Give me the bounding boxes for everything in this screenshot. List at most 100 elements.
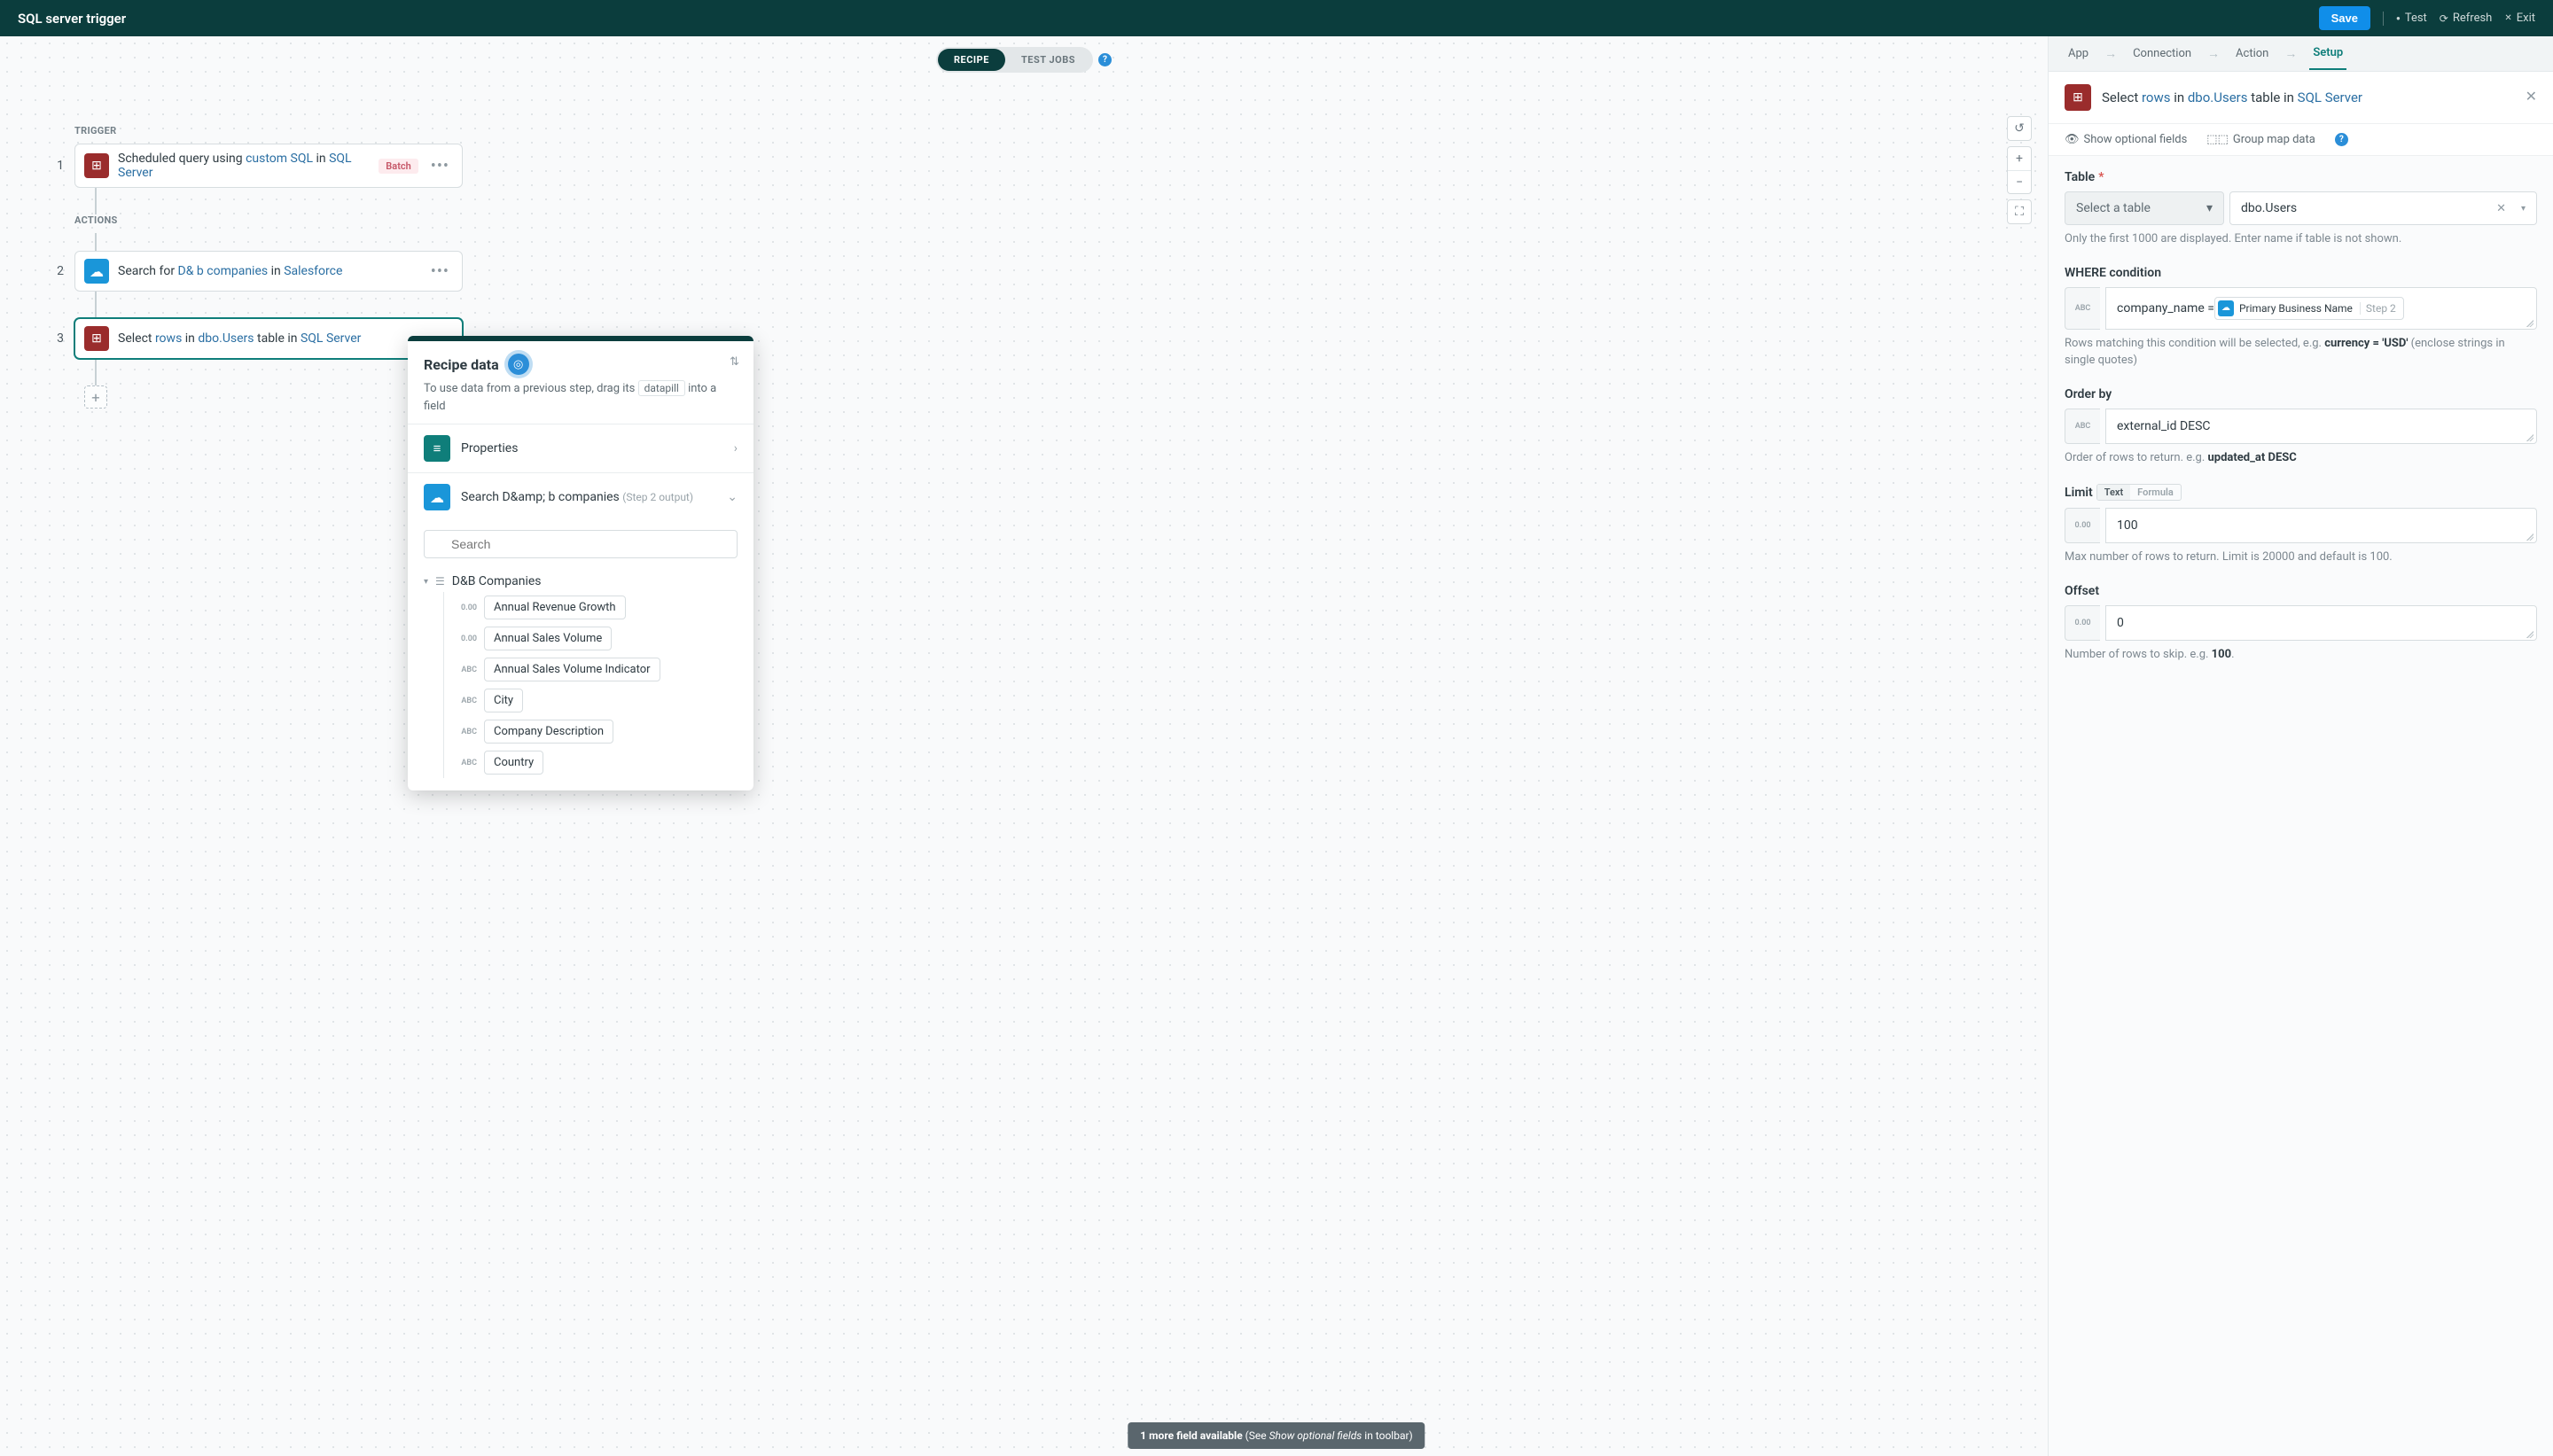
- top-header: SQL server trigger Save Test Refresh Exi…: [0, 0, 2553, 36]
- clear-icon[interactable]: ✕: [2496, 202, 2506, 215]
- arrow-icon: →: [2099, 46, 2122, 61]
- show-optional-fields[interactable]: 👁Show optional fields: [2065, 133, 2187, 146]
- refresh-button[interactable]: Refresh: [2440, 12, 2493, 25]
- table-label: Table: [2065, 170, 2095, 184]
- offset-label: Offset: [2065, 584, 2537, 598]
- datapill-item[interactable]: ABCCountry: [424, 747, 738, 778]
- tab-action[interactable]: Action: [2232, 38, 2272, 69]
- recipe-data-title: Recipe data: [424, 356, 499, 373]
- close-icon[interactable]: ✕: [2526, 88, 2537, 105]
- salesforce-icon: [424, 484, 450, 510]
- expand-collapse-icon[interactable]: ⇅: [730, 355, 739, 369]
- save-button[interactable]: Save: [2319, 6, 2370, 30]
- recipe-data-panel: Recipe data ◎ To use data from a previou…: [408, 336, 753, 790]
- chevron-down-icon: ⌄: [727, 490, 738, 504]
- table-name-input[interactable]: dbo.Users ✕ ▾: [2229, 191, 2537, 225]
- zoom-in-button[interactable]: +: [2008, 147, 2031, 170]
- canvas-tabs: RECIPE TEST JOBS: [936, 47, 1093, 73]
- step-card-3[interactable]: Select rows in dbo.Users table in SQL Se…: [74, 318, 463, 359]
- datapill-group[interactable]: ▾ ☰ D&B Companies: [424, 571, 738, 592]
- step-card-2[interactable]: Search for D& b companies in Salesforce …: [74, 251, 463, 292]
- sql-server-icon: [2065, 84, 2091, 111]
- table-help: Only the first 1000 are displayed. Enter…: [2065, 230, 2537, 248]
- datapill-item[interactable]: ABC Company Description: [424, 716, 738, 747]
- type-prefix: 0.00: [2065, 605, 2100, 641]
- datapill[interactable]: Annual Sales Volume: [484, 627, 612, 650]
- help-icon[interactable]: ?: [1098, 53, 1112, 66]
- sql-server-icon: [84, 326, 109, 351]
- canvas[interactable]: RECIPE TEST JOBS ? ↺ + − ⛶ TRIGGER 1: [0, 36, 2048, 1456]
- zoom-out-button[interactable]: −: [2008, 170, 2031, 193]
- tab-connection[interactable]: Connection: [2129, 38, 2195, 69]
- salesforce-icon: ☁: [2218, 300, 2234, 316]
- orderby-help: Order of rows to return. e.g. updated_at…: [2065, 449, 2537, 467]
- datapill-item[interactable]: 0.00Annual Sales Volume: [424, 623, 738, 654]
- datapill-search-input[interactable]: [424, 530, 738, 558]
- tab-test-jobs[interactable]: TEST JOBS: [1005, 49, 1091, 71]
- datapill-item[interactable]: ABCAnnual Sales Volume Indicator: [424, 654, 738, 685]
- mode-toggle[interactable]: TextFormula: [2096, 484, 2182, 501]
- datapill-item[interactable]: 0.00 Annual Revenue Growth: [424, 592, 738, 623]
- eye-icon: 👁: [2065, 133, 2080, 146]
- test-button[interactable]: Test: [2396, 12, 2427, 25]
- caret-down-icon: ▾: [424, 577, 428, 587]
- exit-button[interactable]: Exit: [2504, 12, 2535, 25]
- tab-recipe[interactable]: RECIPE: [938, 49, 1005, 71]
- datapill[interactable]: Company Description: [484, 720, 613, 744]
- properties-row[interactable]: ≡ Properties ›: [408, 424, 753, 472]
- step-2-text: Search for D& b companies in Salesforce: [118, 264, 418, 278]
- offset-help: Number of rows to skip. e.g. 100.: [2065, 646, 2537, 664]
- type-tag: 0.00: [456, 603, 477, 612]
- trigger-section-label: TRIGGER: [74, 125, 463, 136]
- limit-label: Limit: [2065, 486, 2093, 500]
- resize-handle[interactable]: [2526, 434, 2533, 441]
- where-condition-input[interactable]: company_name = ☁ Primary Business Name S…: [2105, 287, 2537, 330]
- table-select-dropdown[interactable]: Select a table▾: [2065, 191, 2224, 225]
- step-1-text: Scheduled query using custom SQL in SQL …: [118, 152, 370, 180]
- datapill-item[interactable]: ABC City: [424, 685, 738, 716]
- step2-output-row[interactable]: Search D&amp; b companies (Step 2 output…: [408, 472, 753, 521]
- step-number: 2: [50, 264, 64, 278]
- sql-server-icon: [84, 153, 109, 178]
- tab-setup[interactable]: Setup: [2309, 37, 2346, 70]
- chevron-down-icon[interactable]: ▾: [2521, 204, 2526, 214]
- step-3-text: Select rows in dbo.Users table in SQL Se…: [118, 331, 453, 346]
- orderby-label: Order by: [2065, 387, 2537, 401]
- datapill[interactable]: City: [484, 689, 523, 712]
- tab-app[interactable]: App: [2065, 38, 2092, 69]
- orderby-input[interactable]: external_id DESC: [2105, 409, 2537, 444]
- resize-handle[interactable]: [2526, 631, 2533, 638]
- undo-button[interactable]: ↺: [2008, 117, 2031, 140]
- offset-input[interactable]: 0: [2105, 605, 2537, 641]
- chevron-right-icon: ›: [734, 441, 738, 455]
- where-help: Rows matching this condition will be sel…: [2065, 335, 2537, 370]
- type-tag: ABC: [456, 697, 477, 705]
- chevron-down-icon: ▾: [2206, 201, 2213, 215]
- actions-section-label: ACTIONS: [74, 214, 463, 226]
- target-icon[interactable]: ◎: [508, 354, 529, 375]
- add-step-button[interactable]: +: [84, 385, 107, 409]
- limit-help: Max number of rows to return. Limit is 2…: [2065, 549, 2537, 566]
- step-number: 3: [50, 331, 64, 346]
- recipe-data-desc: To use data from a previous step, drag i…: [424, 380, 738, 415]
- limit-input[interactable]: 100: [2105, 508, 2537, 543]
- type-tag: ABC: [456, 728, 477, 736]
- step-number: 1: [50, 159, 64, 173]
- datapill-chip[interactable]: ☁ Primary Business Name Step 2: [2214, 297, 2404, 320]
- step-card-1[interactable]: Scheduled query using custom SQL in SQL …: [74, 144, 463, 188]
- step-more-icon[interactable]: •••: [427, 157, 453, 175]
- setup-panel: App → Connection → Action → Setup Select…: [2048, 36, 2553, 1456]
- group-map-data[interactable]: ⬚⬚Group map data: [2206, 133, 2315, 146]
- resize-handle[interactable]: [2526, 533, 2533, 541]
- resize-handle[interactable]: [2526, 320, 2533, 327]
- datapill[interactable]: Annual Sales Volume Indicator: [484, 658, 660, 681]
- step-more-icon[interactable]: •••: [427, 262, 453, 281]
- datapill[interactable]: Annual Revenue Growth: [484, 596, 626, 619]
- type-prefix: ABC: [2065, 287, 2100, 330]
- arrow-icon: →: [2279, 46, 2302, 61]
- help-icon[interactable]: ?: [2335, 133, 2348, 146]
- where-label: WHERE condition: [2065, 266, 2537, 280]
- type-prefix: ABC: [2065, 409, 2100, 444]
- datapill[interactable]: Country: [484, 751, 543, 775]
- fit-button[interactable]: ⛶: [2008, 200, 2031, 223]
